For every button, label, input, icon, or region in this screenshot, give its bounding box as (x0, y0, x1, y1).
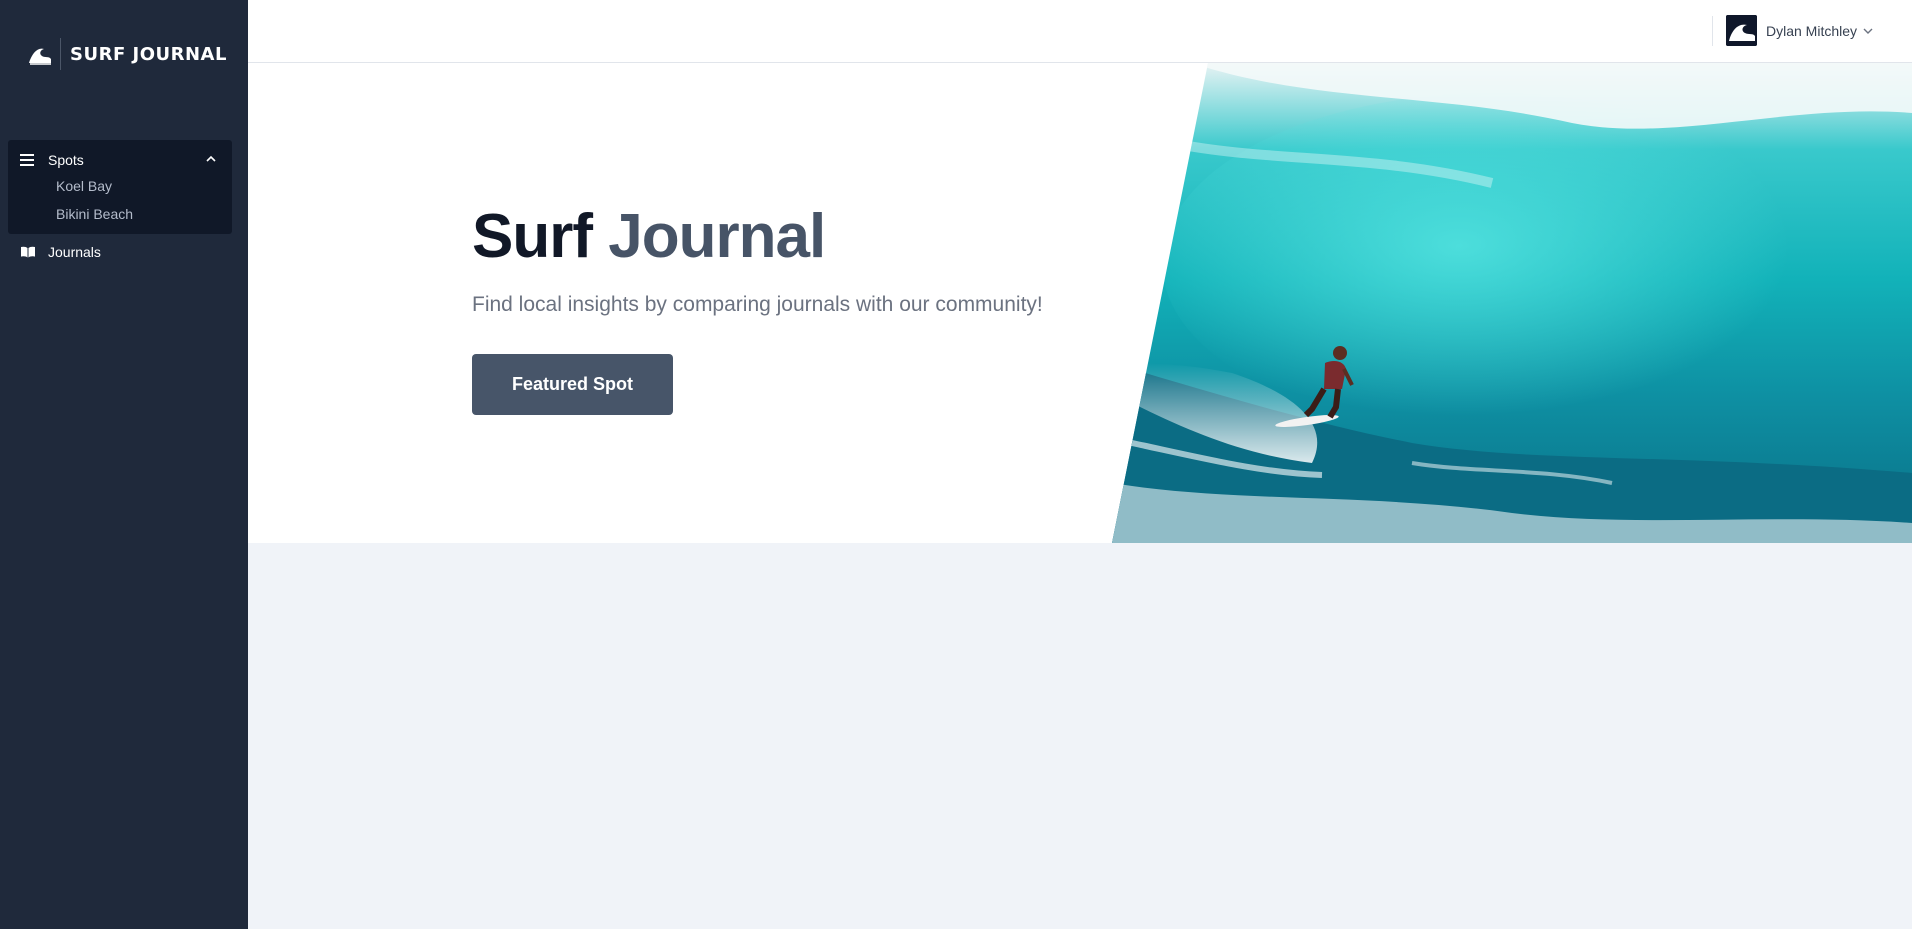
menu-icon (20, 154, 34, 166)
avatar (1726, 15, 1757, 46)
sidebar: SURF JOURNAL Spots Koel Bay Bikini Beach… (0, 0, 248, 929)
sidebar-item-koel-bay[interactable]: Koel Bay (56, 178, 112, 194)
sidebar-item-bikini-beach[interactable]: Bikini Beach (56, 206, 133, 222)
chevron-down-icon (1863, 28, 1873, 34)
hero-title-part2: Journal (608, 202, 826, 271)
wave-logo-icon (29, 48, 51, 65)
top-bar (248, 0, 1912, 63)
journals-nav-label: Journals (48, 244, 101, 260)
hero-title-part1: Surf (472, 202, 593, 271)
featured-spot-button[interactable]: Featured Spot (472, 354, 673, 415)
brand-logo[interactable]: SURF JOURNAL (28, 38, 227, 70)
surf-wave-image (1112, 63, 1912, 543)
user-name: Dylan Mitchley (1766, 22, 1858, 39)
logo-divider (60, 38, 61, 70)
spots-nav-label: Spots (48, 152, 84, 168)
user-divider (1712, 16, 1713, 46)
hero-title: Surf Journal (472, 201, 826, 272)
user-menu[interactable]: Dylan Mitchley (1726, 15, 1874, 46)
spots-nav-toggle[interactable]: Spots (20, 150, 220, 170)
book-open-icon (21, 246, 35, 258)
sidebar-item-journals[interactable]: Journals (20, 244, 101, 260)
hero-subtitle: Find local insights by comparing journal… (472, 293, 1043, 316)
chevron-up-icon[interactable] (204, 152, 218, 166)
spots-nav-group: Spots Koel Bay Bikini Beach (8, 140, 232, 234)
wave-avatar-icon (1726, 15, 1757, 46)
brand-name: SURF JOURNAL (70, 43, 227, 65)
hero-section: Surf Journal Find local insights by comp… (248, 63, 1912, 543)
